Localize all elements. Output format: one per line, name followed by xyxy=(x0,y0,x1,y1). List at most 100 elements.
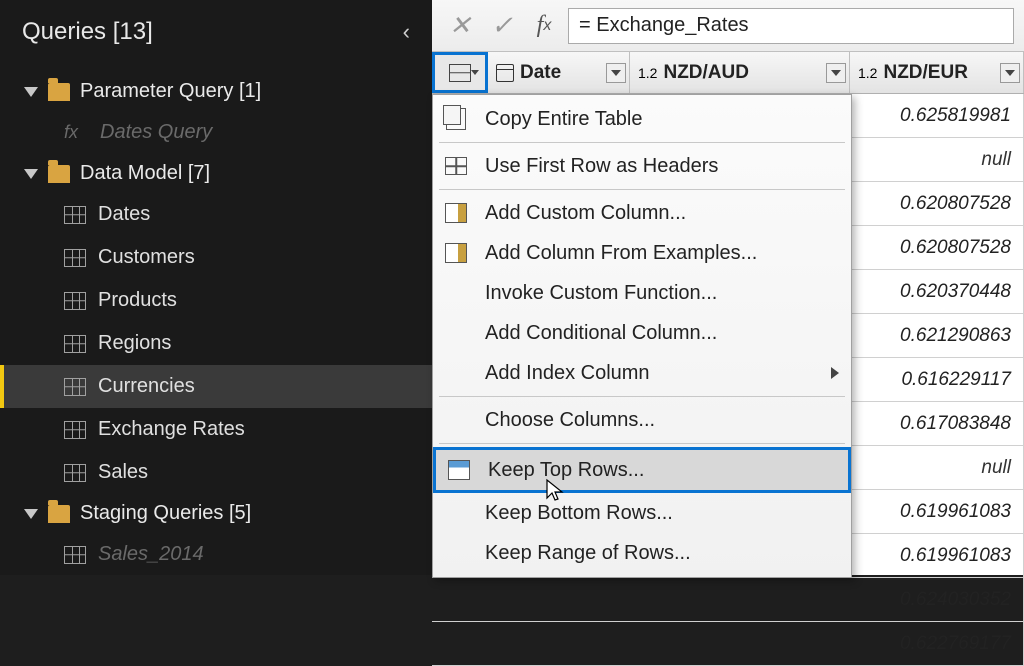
table-options-button[interactable] xyxy=(432,52,488,93)
sidebar-header: Queries [13] ‹ xyxy=(0,0,432,64)
table-context-menu: Copy Entire Table Use First Row as Header… xyxy=(432,94,852,578)
table-icon xyxy=(64,292,86,310)
column-name: NZD/EUR xyxy=(883,62,967,84)
menu-item[interactable]: Keep Top Rows... xyxy=(433,447,851,493)
tree-item-label: Products xyxy=(98,289,177,312)
group-label: Parameter Query [1] xyxy=(80,80,261,103)
table-icon xyxy=(64,378,86,396)
table-icon xyxy=(64,464,86,482)
tree-item-label: Customers xyxy=(98,246,195,269)
cell-nzd-eur[interactable]: 0.619961083 xyxy=(850,534,1024,577)
cell-nzd-eur[interactable]: 0.616229117 xyxy=(850,358,1024,401)
column-header[interactable]: Date xyxy=(488,52,630,93)
menu-item[interactable]: Copy Entire Table xyxy=(433,99,851,139)
tree-item[interactable]: Sales_2014 xyxy=(0,533,432,576)
menu-item-label: Choose Columns... xyxy=(485,409,655,432)
table-icon xyxy=(441,153,471,179)
collapse-chevron-icon[interactable]: ‹ xyxy=(403,19,410,45)
menu-separator xyxy=(439,396,845,397)
tree-item[interactable]: Exchange Rates xyxy=(0,408,432,451)
tree-item-label: Currencies xyxy=(98,375,195,398)
menu-item-label: Keep Bottom Rows... xyxy=(485,502,673,525)
menu-item-label: Add Custom Column... xyxy=(485,202,686,225)
cell-nzd-eur[interactable]: 0.620807528 xyxy=(850,182,1024,225)
table-icon xyxy=(64,335,86,353)
menu-item[interactable]: Add Index Column xyxy=(433,353,851,393)
tree-group-header[interactable]: Parameter Query [1] xyxy=(0,72,432,111)
tree-item[interactable]: Sales xyxy=(0,451,432,494)
group-label: Staging Queries [5] xyxy=(80,502,251,525)
tree-item[interactable]: fx Dates Query xyxy=(0,111,432,154)
group-label: Data Model [7] xyxy=(80,162,210,185)
menu-item[interactable]: Keep Bottom Rows... xyxy=(433,493,851,533)
tree-item-label: Exchange Rates xyxy=(98,418,245,441)
cell-nzd-eur[interactable]: 0.620370448 xyxy=(850,270,1024,313)
formula-input[interactable] xyxy=(568,8,1014,44)
tree-item-label: Regions xyxy=(98,332,171,355)
formula-bar: ✕ ✓ fx xyxy=(432,0,1024,52)
menu-item[interactable]: Choose Columns... xyxy=(433,400,851,440)
table-row[interactable]: 0.624030352 xyxy=(432,578,1024,622)
cell-nzd-eur[interactable]: null xyxy=(850,138,1024,181)
tree-item[interactable]: Customers xyxy=(0,236,432,279)
table-icon xyxy=(64,249,86,267)
column-header[interactable]: 1.2NZD/EUR xyxy=(850,52,1024,93)
calendar-icon xyxy=(496,64,514,82)
blank-icon xyxy=(441,280,471,306)
folder-icon xyxy=(48,505,70,523)
cell-nzd-eur[interactable]: null xyxy=(850,446,1024,489)
tree-item[interactable]: Products xyxy=(0,279,432,322)
menu-item[interactable]: Invoke Custom Function... xyxy=(433,273,851,313)
menu-item-label: Keep Range of Rows... xyxy=(485,542,691,565)
tree-item[interactable]: Currencies xyxy=(0,365,432,408)
formula-cancel-icon[interactable]: ✕ xyxy=(442,8,478,44)
fx-icon: fx xyxy=(64,122,88,143)
tree-item-label: Dates xyxy=(98,203,150,226)
blank-icon xyxy=(441,500,471,526)
cell-nzd-eur[interactable]: 0.617083848 xyxy=(850,402,1024,445)
cell-nzd-eur[interactable]: 0.619961083 xyxy=(850,490,1024,533)
queries-sidebar: Queries [13] ‹ Parameter Query [1] fx Date… xyxy=(0,0,432,575)
tree-item-label: Dates Query xyxy=(100,121,212,144)
table-row[interactable]: 0.622769177 xyxy=(432,622,1024,666)
column-name: NZD/AUD xyxy=(663,62,749,84)
menu-item-label: Use First Row as Headers xyxy=(485,155,718,178)
caret-down-icon xyxy=(24,87,38,97)
add-column-icon xyxy=(441,240,471,266)
column-filter-dropdown[interactable] xyxy=(1000,63,1020,83)
menu-item[interactable]: Add Custom Column... xyxy=(433,193,851,233)
menu-item[interactable]: Keep Range of Rows... xyxy=(433,533,851,573)
column-filter-dropdown[interactable] xyxy=(606,63,626,83)
formula-commit-icon[interactable]: ✓ xyxy=(484,8,520,44)
tree-item-label: Sales_2014 xyxy=(98,543,204,566)
column-filter-dropdown[interactable] xyxy=(826,63,846,83)
cell-nzd-eur[interactable]: 0.625819981 xyxy=(850,94,1024,137)
menu-separator xyxy=(439,189,845,190)
menu-item[interactable]: Add Conditional Column... xyxy=(433,313,851,353)
blank-icon xyxy=(441,540,471,566)
tree-item[interactable]: Dates xyxy=(0,193,432,236)
table-icon xyxy=(449,64,471,82)
submenu-arrow-icon xyxy=(831,367,839,379)
formula-fx-icon[interactable]: fx xyxy=(526,8,562,44)
table-icon xyxy=(64,421,86,439)
blank-icon xyxy=(441,360,471,386)
menu-item-label: Keep Top Rows... xyxy=(488,459,644,482)
cell-nzd-eur[interactable]: 0.622769177 xyxy=(850,622,1024,665)
column-header[interactable]: 1.2NZD/AUD xyxy=(630,52,850,93)
tree-group-header[interactable]: Staging Queries [5] xyxy=(0,494,432,533)
menu-separator xyxy=(439,443,845,444)
table-icon xyxy=(64,546,86,564)
caret-down-icon xyxy=(24,509,38,519)
column-headers: Date1.2NZD/AUD1.2NZD/EUR xyxy=(432,52,1024,94)
menu-item-label: Add Column From Examples... xyxy=(485,242,757,265)
menu-item[interactable]: Use First Row as Headers xyxy=(433,146,851,186)
folder-icon xyxy=(48,165,70,183)
tree-item[interactable]: Regions xyxy=(0,322,432,365)
menu-item-label: Copy Entire Table xyxy=(485,108,643,131)
tree-group-header[interactable]: Data Model [7] xyxy=(0,154,432,193)
menu-item[interactable]: Add Column From Examples... xyxy=(433,233,851,273)
cell-nzd-eur[interactable]: 0.621290863 xyxy=(850,314,1024,357)
cell-nzd-eur[interactable]: 0.620807528 xyxy=(850,226,1024,269)
cell-nzd-eur[interactable]: 0.624030352 xyxy=(850,578,1024,621)
